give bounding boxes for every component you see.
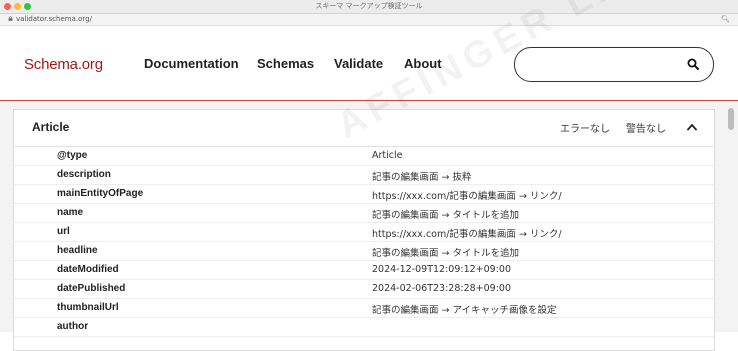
site-header: Schema.org Documentation Schemas Validat… xyxy=(0,26,738,101)
chevron-up-icon[interactable] xyxy=(686,122,698,132)
property-value: https://xxx.com/記事の編集画面 → リンク/ xyxy=(372,191,562,202)
property-key: datePublished xyxy=(57,283,126,294)
table-row: url https://xxx.com/記事の編集画面 → リンク/ xyxy=(14,223,714,242)
property-value: https://xxx.com/記事の編集画面 → リンク/ xyxy=(372,229,562,240)
errors-status: エラーなし xyxy=(560,124,610,135)
property-key: description xyxy=(57,169,111,180)
table-row: author xyxy=(14,318,714,337)
property-value: 2024-02-06T23:28:28+09:00 xyxy=(372,283,512,294)
warnings-status: 警告なし xyxy=(626,124,666,135)
table-row: dateModified 2024-12-09T12:09:12+09:00 xyxy=(14,261,714,280)
property-key: name xyxy=(57,207,84,218)
card-header[interactable]: Article エラーなし 警告なし xyxy=(14,110,714,147)
property-key: mainEntityOfPage xyxy=(57,188,144,199)
address-bar[interactable]: validator.schema.org/ 🔍︎ xyxy=(0,14,738,26)
property-value: 記事の編集画面 → アイキャッチ画像を設定 xyxy=(372,305,557,316)
nav-schemas[interactable]: Schemas xyxy=(257,56,314,71)
table-row: description 記事の編集画面 → 抜粋 xyxy=(14,166,714,185)
search-box[interactable] xyxy=(514,47,714,82)
table-row: mainEntityOfPage https://xxx.com/記事の編集画面 … xyxy=(14,185,714,204)
nav-about[interactable]: About xyxy=(404,56,442,71)
search-input[interactable] xyxy=(527,55,681,75)
property-value: 2024-12-09T12:09:12+09:00 xyxy=(372,264,512,275)
results-area: Article エラーなし 警告なし @type Article descript… xyxy=(0,101,738,351)
table-row: name 記事の編集画面 → タイトルを追加 xyxy=(14,204,714,223)
property-key: @type xyxy=(57,150,88,161)
table-row: thumbnailUrl 記事の編集画面 → アイキャッチ画像を設定 xyxy=(14,299,714,318)
nav-validate[interactable]: Validate xyxy=(334,56,383,71)
window-titlebar: スキーマ マークアップ検証ツール xyxy=(0,0,738,14)
property-key: url xyxy=(57,226,70,237)
property-value: 記事の編集画面 → タイトルを追加 xyxy=(372,210,519,221)
property-key: dateModified xyxy=(57,264,119,275)
lock-icon xyxy=(8,16,13,21)
card-title: Article xyxy=(32,120,70,134)
property-key: author xyxy=(57,321,89,332)
property-key: headline xyxy=(57,245,98,256)
property-key: thumbnailUrl xyxy=(57,302,119,313)
nav-documentation[interactable]: Documentation xyxy=(144,56,239,71)
zoom-icon[interactable]: 🔍︎ xyxy=(721,15,730,23)
site-logo[interactable]: Schema.org xyxy=(24,56,103,73)
property-value: 記事の編集画面 → 抜粋 xyxy=(372,172,472,183)
table-row: @type Article xyxy=(14,147,714,166)
property-table: @type Article description 記事の編集画面 → 抜粋 mai… xyxy=(14,147,714,337)
property-value: Article xyxy=(372,150,403,161)
url-text[interactable]: validator.schema.org/ xyxy=(16,15,92,23)
result-card: Article エラーなし 警告なし @type Article descript… xyxy=(13,109,715,351)
table-row: datePublished 2024-02-06T23:28:28+09:00 xyxy=(14,280,714,299)
table-row: headline 記事の編集画面 → タイトルを追加 xyxy=(14,242,714,261)
page-scrollbar[interactable] xyxy=(728,108,734,130)
property-value: 記事の編集画面 → タイトルを追加 xyxy=(372,248,519,259)
window-title: スキーマ マークアップ検証ツール xyxy=(315,2,423,10)
search-icon[interactable] xyxy=(687,58,699,70)
